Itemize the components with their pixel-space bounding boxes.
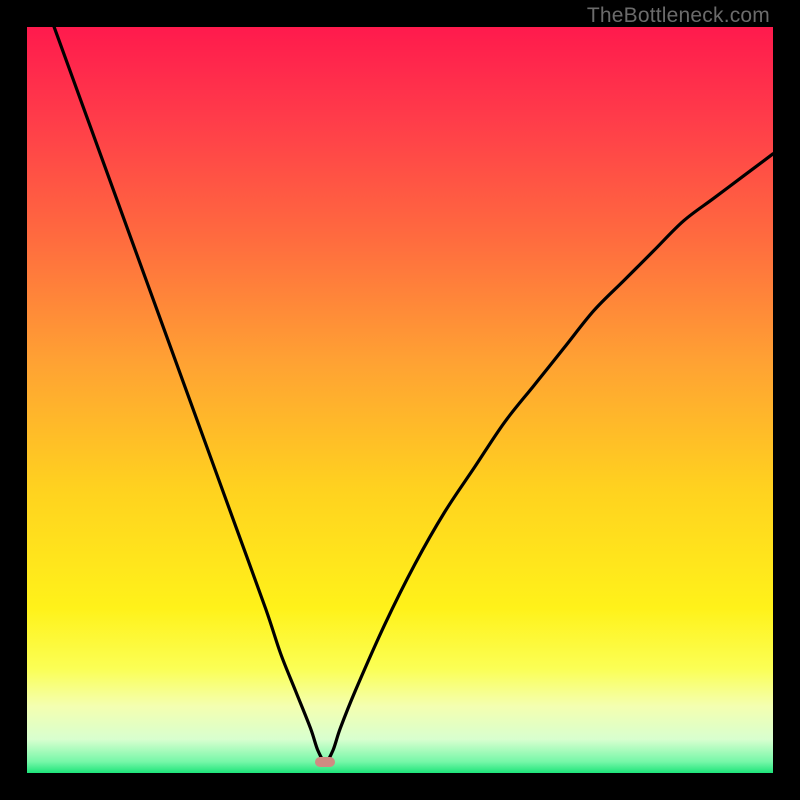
chart-frame: { "watermark": "TheBottleneck.com", "col… [0,0,800,800]
bottleneck-curve [27,27,773,762]
curve-layer [27,27,773,773]
plot-area [27,27,773,773]
minimum-marker [315,757,335,767]
watermark-text: TheBottleneck.com [587,4,770,28]
